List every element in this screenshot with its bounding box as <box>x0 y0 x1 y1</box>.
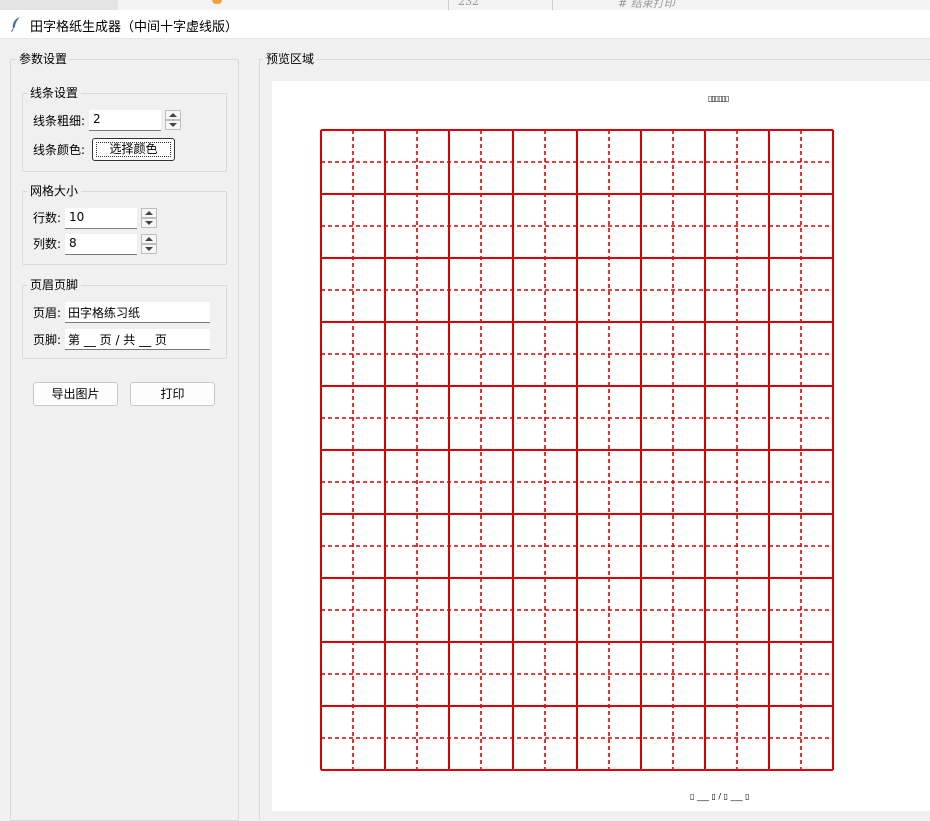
title-bar[interactable]: 田字格纸生成器（中间十字虚线版） <box>0 10 930 39</box>
cols-label: 列数: <box>33 237 62 251</box>
arrow-up-icon <box>169 113 177 117</box>
settings-title: 参数设置 <box>16 52 71 66</box>
export-image-button[interactable]: 导出图片 <box>33 382 118 406</box>
thickness-up-button[interactable] <box>165 110 181 120</box>
choose-color-button[interactable]: 选择颜色 <box>92 138 175 161</box>
footer-input[interactable]: 第 __ 页 / 共 __ 页 <box>65 329 210 350</box>
background-divider <box>552 0 553 10</box>
print-label: 打印 <box>160 387 185 401</box>
header-input-value: 田字格练习纸 <box>68 306 141 320</box>
export-image-label: 导出图片 <box>51 387 100 401</box>
window-title: 田字格纸生成器（中间十字虚线版） <box>30 20 239 35</box>
print-button[interactable]: 打印 <box>130 382 215 406</box>
rows-value: 10 <box>69 210 85 224</box>
background-icon <box>212 0 222 4</box>
footer-input-value: 第 __ 页 / 共 __ 页 <box>68 333 167 347</box>
arrow-down-icon <box>169 123 177 127</box>
thickness-value: 2 <box>93 112 101 126</box>
feather-icon <box>10 17 20 32</box>
cols-up-button[interactable] <box>141 234 157 244</box>
header-footer-title: 页眉页脚 <box>27 278 82 292</box>
background-window-strip: 232 # 结束打印 <box>0 0 930 10</box>
cols-spinbox[interactable]: 8 <box>65 234 157 255</box>
cols-value: 8 <box>69 236 77 250</box>
arrow-down-icon <box>145 247 153 251</box>
preview-title: 预览区域 <box>263 52 318 66</box>
background-line-number: 232 <box>458 0 479 8</box>
arrow-up-icon <box>145 211 153 215</box>
line-settings-title: 线条设置 <box>27 86 82 100</box>
background-divider <box>448 0 449 10</box>
canvas-footer-text: ▯ ___ ▯ / ▯ ___ ▯ <box>690 792 750 801</box>
cols-down-button[interactable] <box>141 244 157 254</box>
settings-panel <box>10 59 239 821</box>
header-input[interactable]: 田字格练习纸 <box>65 302 210 323</box>
tianzige-grid <box>320 129 834 771</box>
grid-size-title: 网格大小 <box>27 184 82 198</box>
rows-up-button[interactable] <box>141 208 157 218</box>
preview-canvas[interactable]: ▯▯▯▯▯▯ ▯ ___ ▯ / ▯ ___ ▯ <box>272 81 930 811</box>
thickness-label: 线条粗细: <box>33 114 86 128</box>
background-panel <box>0 0 118 10</box>
rows-spinbox[interactable]: 10 <box>65 208 157 229</box>
background-comment: # 结束打印 <box>618 0 675 10</box>
thickness-spinbox[interactable]: 2 <box>89 110 181 131</box>
rows-down-button[interactable] <box>141 218 157 228</box>
thickness-down-button[interactable] <box>165 120 181 130</box>
header-label: 页眉: <box>33 306 62 320</box>
arrow-down-icon <box>145 221 153 225</box>
arrow-up-icon <box>145 237 153 241</box>
focus-ring <box>96 142 171 157</box>
footer-label: 页脚: <box>33 333 62 347</box>
color-label: 线条颜色: <box>33 143 86 157</box>
rows-label: 行数: <box>33 211 62 225</box>
